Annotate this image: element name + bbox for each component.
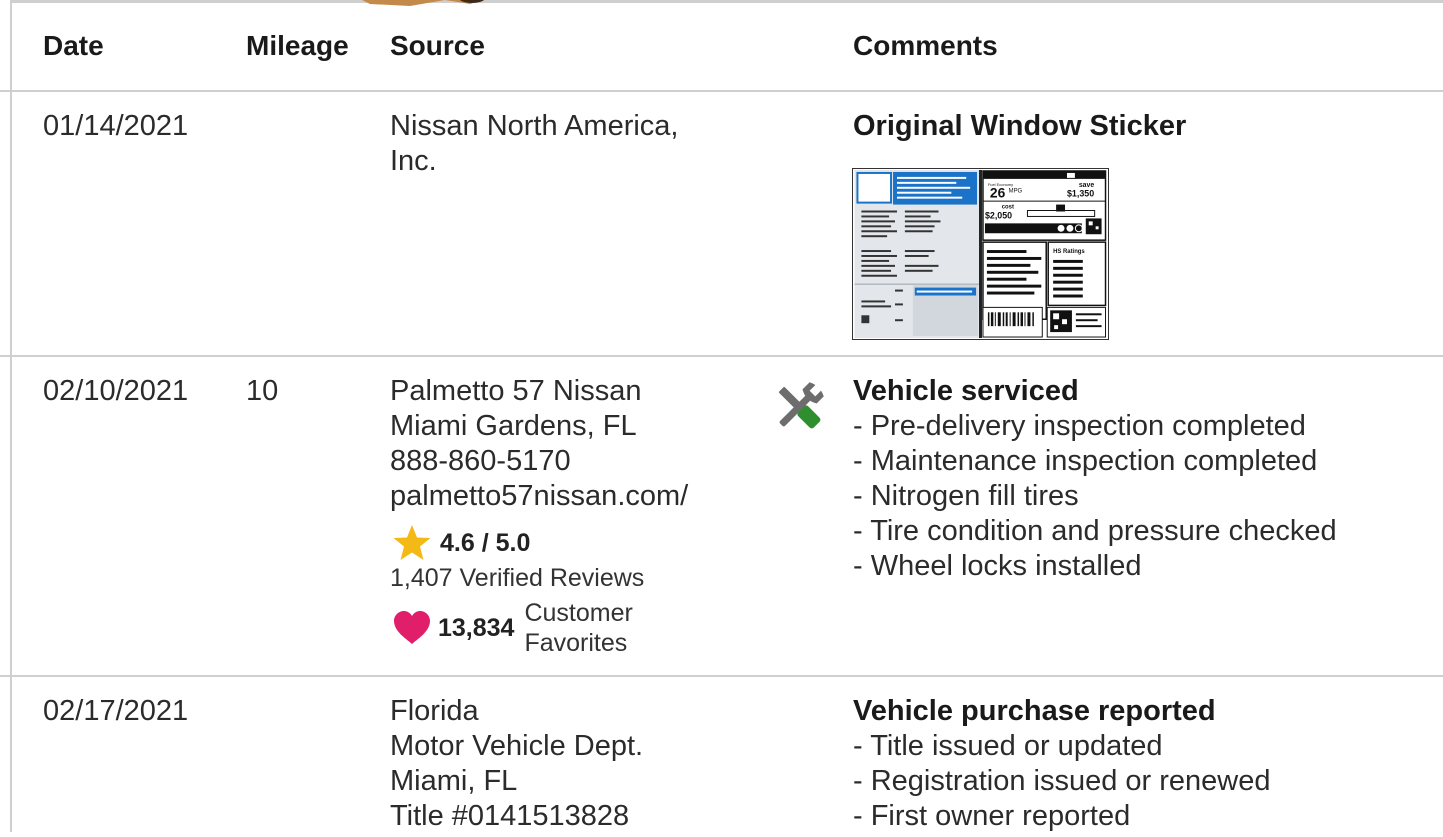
column-header-mileage[interactable]: Mileage bbox=[246, 30, 349, 62]
sticker-mpg-unit: MPG bbox=[1009, 189, 1023, 195]
rating-value: 4.6 / 5.0 bbox=[440, 528, 531, 557]
verified-reviews-link[interactable]: 1,407 Verified Reviews bbox=[390, 564, 644, 593]
row-source: Nissan North America, Inc. bbox=[390, 109, 750, 179]
table-row: 01/14/2021 Nissan North America, Inc. Or… bbox=[0, 92, 1443, 357]
table-row: 02/10/2021 10 Palmetto 57 Nissan Miami G… bbox=[0, 357, 1443, 677]
sticker-cost-value: $2,050 bbox=[985, 210, 1012, 220]
row-date: 01/14/2021 bbox=[43, 110, 189, 142]
source-line: Miami, FL bbox=[390, 765, 518, 797]
favorites-label: Customer Favorites bbox=[524, 598, 632, 658]
comment-item: - Tire condition and pressure checked bbox=[853, 515, 1337, 547]
star-icon bbox=[393, 525, 431, 560]
comment-item: - Pre-delivery inspection completed bbox=[853, 410, 1306, 442]
favorites-label-line: Favorites bbox=[524, 629, 628, 657]
row-date: 02/17/2021 bbox=[43, 695, 189, 727]
comment-title: Vehicle serviced bbox=[853, 375, 1079, 407]
sticker-ratings-label: HS Ratings bbox=[1053, 249, 1085, 255]
dealer-location: Miami Gardens, FL bbox=[390, 410, 637, 442]
comment-title: Vehicle purchase reported bbox=[853, 695, 1216, 727]
source-line: Florida bbox=[390, 695, 479, 727]
sticker-save-value: $1,350 bbox=[1067, 189, 1094, 199]
customer-favorites[interactable]: 13,834 Customer Favorites bbox=[392, 598, 633, 658]
window-sticker-thumbnail[interactable]: Fuel Economy 26 MPG save $1,350 cost $2,… bbox=[852, 168, 1109, 340]
comment-item: - Title issued or updated bbox=[853, 730, 1163, 762]
comment-title: Original Window Sticker bbox=[853, 110, 1187, 142]
column-header-source[interactable]: Source bbox=[390, 30, 485, 62]
source-line: Inc. bbox=[390, 145, 437, 177]
table-header: Date Mileage Source Comments bbox=[0, 0, 1443, 92]
source-line: Title #0141513828 bbox=[390, 800, 630, 832]
dealer-website[interactable]: palmetto57nissan.com/ bbox=[390, 479, 750, 514]
comment-item: - Maintenance inspection completed bbox=[853, 445, 1318, 477]
column-header-date[interactable]: Date bbox=[43, 30, 104, 62]
dealer-rating[interactable]: 4.6 / 5.0 bbox=[392, 524, 530, 562]
row-date: 02/10/2021 bbox=[43, 375, 189, 407]
table-row: 02/17/2021 Florida Motor Vehicle Dept. M… bbox=[0, 677, 1443, 837]
dealer-phone[interactable]: 888-860-5170 bbox=[390, 444, 750, 479]
comment-item: - Registration issued or renewed bbox=[853, 765, 1271, 797]
row-source: Florida Motor Vehicle Dept. Miami, FL Ti… bbox=[390, 694, 750, 834]
heart-icon bbox=[394, 611, 430, 644]
sticker-mpg: 26 bbox=[990, 185, 1006, 201]
wrench-screwdriver-icon bbox=[778, 382, 824, 429]
row-source: Palmetto 57 Nissan Miami Gardens, FL 888… bbox=[390, 374, 750, 514]
row-comments: Vehicle purchase reported - Title issued… bbox=[853, 694, 1433, 834]
row-comments: Original Window Sticker bbox=[853, 109, 1433, 144]
source-line: Motor Vehicle Dept. bbox=[390, 730, 644, 762]
column-header-comments[interactable]: Comments bbox=[853, 30, 998, 62]
source-line: Nissan North America, bbox=[390, 110, 679, 142]
comment-item: - Wheel locks installed bbox=[853, 550, 1142, 582]
favorites-label-line: Customer bbox=[524, 599, 633, 627]
favorites-count: 13,834 bbox=[438, 613, 515, 642]
comment-item: - First owner reported bbox=[853, 800, 1131, 832]
dealer-name[interactable]: Palmetto 57 Nissan bbox=[390, 374, 750, 409]
comment-item: - Nitrogen fill tires bbox=[853, 480, 1079, 512]
row-mileage: 10 bbox=[246, 375, 279, 407]
row-comments: Vehicle serviced - Pre-delivery inspecti… bbox=[853, 374, 1433, 584]
